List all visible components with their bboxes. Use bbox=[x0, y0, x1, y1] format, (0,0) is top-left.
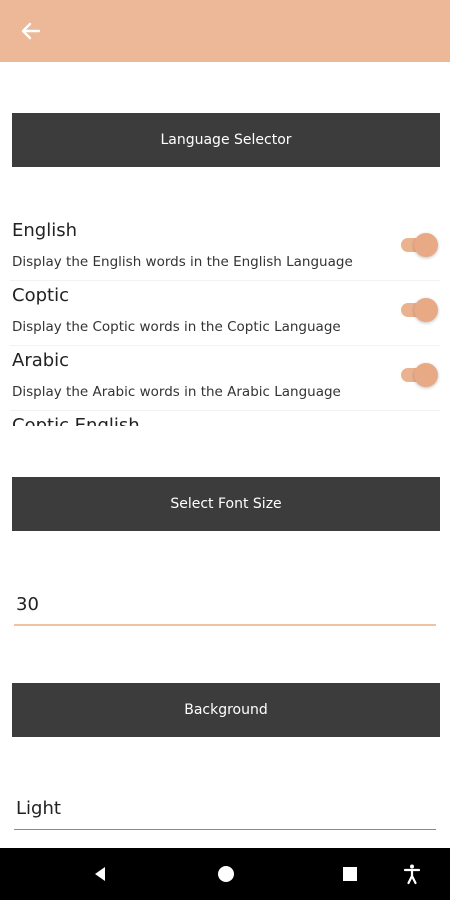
list-item-coptic-english: Coptic English bbox=[0, 411, 450, 426]
language-list[interactable]: English Display the English words in the… bbox=[0, 216, 450, 426]
arrow-back-icon[interactable] bbox=[18, 18, 44, 44]
accessibility-icon[interactable] bbox=[400, 862, 424, 886]
background-select[interactable]: Light bbox=[14, 794, 436, 830]
coptic-toggle[interactable] bbox=[398, 298, 438, 322]
language-description: Display the Arabic words in the Arabic L… bbox=[12, 384, 341, 400]
toggle-thumb bbox=[414, 233, 438, 257]
toggle-thumb bbox=[414, 363, 438, 387]
language-description: Display the Coptic words in the Coptic L… bbox=[12, 319, 341, 335]
language-selector-label: Language Selector bbox=[160, 132, 292, 148]
background-value: Light bbox=[16, 798, 61, 819]
language-title: Arabic bbox=[12, 350, 70, 371]
language-title: English bbox=[12, 220, 77, 241]
triangle-back-icon[interactable] bbox=[88, 862, 112, 886]
language-title: Coptic English bbox=[12, 415, 140, 426]
list-item-coptic: Coptic Display the Coptic words in the C… bbox=[0, 281, 450, 346]
font-size-value: 30 bbox=[16, 594, 39, 615]
list-item-english: English Display the English words in the… bbox=[0, 216, 450, 281]
language-description: Display the English words in the English… bbox=[12, 254, 353, 270]
input-underline bbox=[14, 624, 436, 626]
select-font-size-button[interactable]: Select Font Size bbox=[12, 477, 440, 531]
arabic-toggle[interactable] bbox=[398, 363, 438, 387]
background-button[interactable]: Background bbox=[12, 683, 440, 737]
toggle-thumb bbox=[414, 298, 438, 322]
system-nav-bar bbox=[0, 848, 450, 900]
square-recents-icon[interactable] bbox=[338, 862, 362, 886]
app-bar bbox=[0, 0, 450, 62]
language-selector-button[interactable]: Language Selector bbox=[12, 113, 440, 167]
language-title: Coptic bbox=[12, 285, 69, 306]
font-size-label: Select Font Size bbox=[170, 496, 282, 512]
list-item-arabic: Arabic Display the Arabic words in the A… bbox=[0, 346, 450, 411]
font-size-input[interactable]: 30 bbox=[14, 590, 436, 626]
circle-home-icon[interactable] bbox=[214, 862, 238, 886]
select-underline bbox=[14, 829, 436, 830]
english-toggle[interactable] bbox=[398, 233, 438, 257]
background-label: Background bbox=[184, 702, 268, 718]
